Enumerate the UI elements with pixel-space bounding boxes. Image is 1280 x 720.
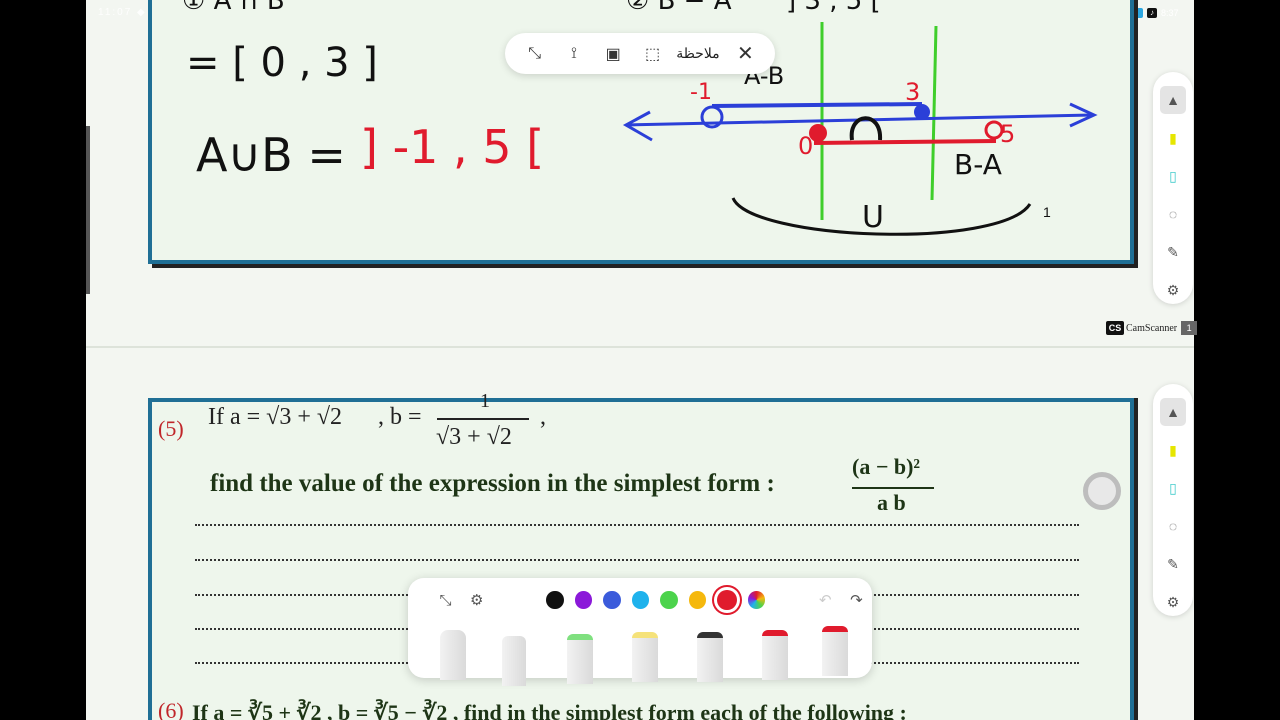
lasso-icon[interactable]: ◌: [1160, 200, 1186, 228]
question-6-text: If a = ∛5 + ∛2 , b = ∛5 − ∛2 , find in t…: [192, 700, 907, 720]
side-tool-panel-bottom: ▲ ▮ ▯ ◌ ✎ ⚙: [1153, 384, 1193, 616]
color-swatch-blue[interactable]: [603, 591, 621, 609]
highlighter-icon[interactable]: ▮: [1160, 124, 1186, 152]
assistive-touch-button[interactable]: [1083, 472, 1121, 510]
settings-icon[interactable]: ⚙: [1160, 588, 1186, 616]
settings-icon[interactable]: ⚙: [1160, 276, 1186, 304]
undo-icon[interactable]: ↶: [810, 586, 841, 614]
question-5-expression-denominator: a b: [877, 490, 906, 515]
page-divider: [86, 346, 1194, 348]
highlighter-icon[interactable]: ▮: [1160, 436, 1186, 464]
color-swatch-cyan[interactable]: [631, 591, 650, 609]
settings-icon[interactable]: ⚙: [461, 586, 492, 614]
color-swatch-purple[interactable]: [574, 591, 593, 609]
color-picker-icon[interactable]: [747, 591, 766, 609]
question-6-number: (6): [158, 698, 184, 720]
question-5-fraction-denominator: √3 + √2: [436, 424, 512, 450]
color-swatch-red-selected[interactable]: [717, 590, 737, 610]
fountain-pen[interactable]: [762, 630, 788, 680]
label-three: 3: [905, 78, 921, 106]
question-5-fraction-bar: [437, 418, 529, 420]
marker-icon[interactable]: ▲: [1160, 398, 1186, 426]
note-label[interactable]: ملاحظة: [672, 45, 726, 62]
pen-selection: [432, 622, 852, 686]
label-union: U: [862, 200, 884, 235]
label-zero: 0: [798, 132, 814, 160]
label-b-minus-a: B-A: [954, 148, 1002, 181]
highlighter-pen[interactable]: [567, 634, 593, 684]
close-icon[interactable]: ✕: [726, 38, 765, 70]
marker-pen[interactable]: [632, 632, 658, 682]
camscanner-watermark: CS CamScanner 1: [1106, 321, 1198, 335]
collapse-icon[interactable]: ⤡: [515, 38, 554, 70]
eraser-pen[interactable]: [440, 630, 466, 680]
camscanner-page: 1: [1181, 321, 1198, 335]
color-swatch-black[interactable]: [546, 591, 564, 609]
a-mark: [849, 116, 883, 141]
label-minus-one: -1: [690, 80, 712, 105]
question-5-instruction: find the value of the expression in the …: [210, 470, 775, 497]
edit-icon[interactable]: ✎: [1160, 550, 1186, 578]
question-5-expression-numerator: (a − b)²: [852, 454, 921, 479]
marker-icon[interactable]: ▲: [1160, 86, 1186, 114]
lasso-pen[interactable]: [502, 636, 526, 686]
pencil-pen[interactable]: [822, 626, 848, 676]
question-5-fraction-numerator: 1: [480, 390, 490, 412]
color-swatch-yellow[interactable]: [688, 591, 707, 609]
note-toolbar: ⤡ ⟟ ▣ ⬚ ملاحظة ✕: [505, 33, 775, 74]
pen-toolbar: ⤡ ⚙ ↶ ↷: [408, 578, 872, 686]
pen-toolbar-row: ⤡ ⚙ ↶ ↷: [408, 584, 872, 616]
blue-segment-a-minus-b: [711, 102, 923, 108]
side-tool-panel-top: ▲ ▮ ▯ ◌ ✎ ⚙: [1153, 72, 1193, 304]
eraser-icon[interactable]: ▯: [1160, 162, 1186, 190]
camscanner-logo: CS: [1106, 321, 1124, 335]
question-5-number: (5): [158, 416, 184, 441]
answer-line: [195, 559, 1079, 561]
lasso-icon[interactable]: ⬚: [633, 38, 672, 70]
question-5-comma: ,: [540, 404, 546, 430]
green-line-3: [930, 25, 938, 201]
redo-icon[interactable]: ↷: [841, 586, 872, 614]
color-swatch-green[interactable]: [660, 591, 678, 609]
question-5-expression-bar: [852, 487, 934, 489]
filled-point-three: [914, 104, 930, 120]
pen-path-icon[interactable]: ⟟: [554, 38, 593, 70]
red-segment-b-minus-a: [813, 139, 997, 145]
answer-line: [195, 524, 1079, 526]
save-icon[interactable]: ▣: [594, 38, 633, 70]
page-number: 1: [1043, 204, 1051, 220]
collapse-icon[interactable]: ⤡: [430, 586, 461, 614]
camscanner-text: CamScanner: [1126, 322, 1178, 334]
edit-icon[interactable]: ✎: [1160, 238, 1186, 266]
question-5-definition-b: , b =: [378, 404, 422, 430]
label-five: 5: [1000, 120, 1016, 148]
eraser-icon[interactable]: ▯: [1160, 474, 1186, 502]
question-5-definition-a: If a = √3 + √2: [208, 404, 343, 430]
lasso-icon[interactable]: ◌: [1160, 512, 1186, 540]
ballpoint-pen[interactable]: [697, 632, 723, 682]
